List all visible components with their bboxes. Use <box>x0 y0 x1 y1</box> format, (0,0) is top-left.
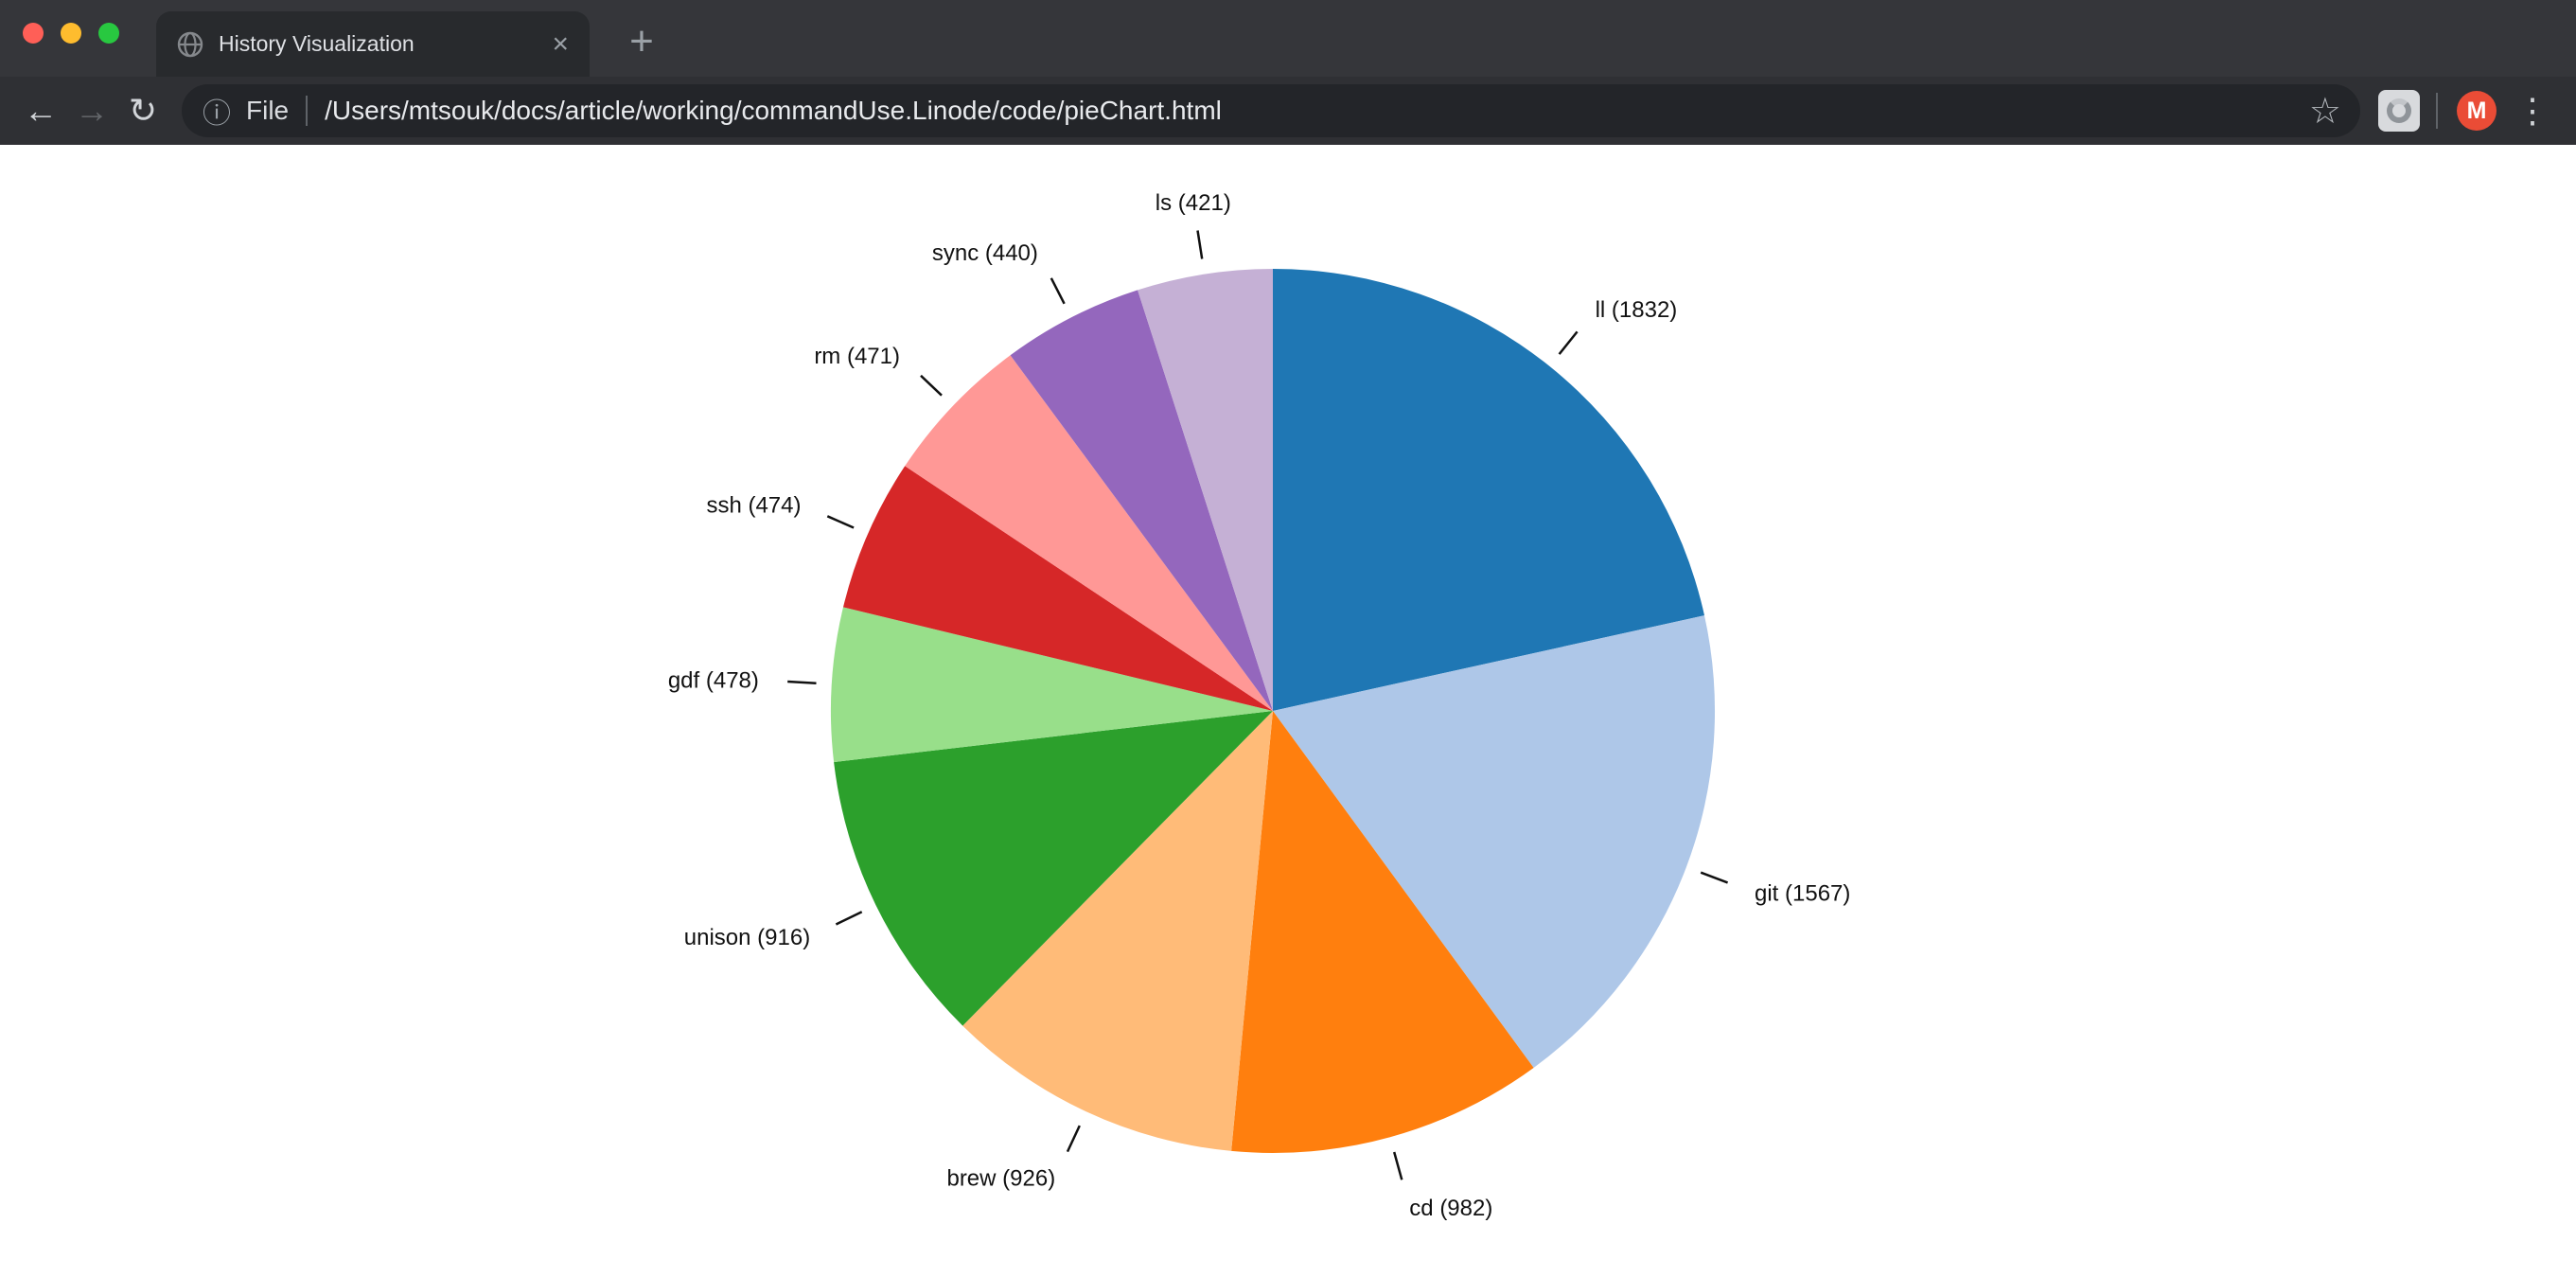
browser-window: History Visualization × + ← → ↻ ⓘ File /… <box>0 0 2576 1277</box>
active-tab[interactable]: History Visualization × <box>156 11 590 77</box>
minimize-window-button[interactable] <box>61 23 81 44</box>
new-tab-button[interactable]: + <box>613 13 670 70</box>
browser-toolbar: ← → ↻ ⓘ File /Users/mtsouk/docs/article/… <box>0 77 2576 145</box>
pie-label-cd: cd (982) <box>1409 1196 1492 1221</box>
url-text[interactable]: /Users/mtsouk/docs/article/working/comma… <box>325 96 2300 126</box>
pie-label-tick-git <box>1701 873 1727 883</box>
forward-icon[interactable]: → <box>66 85 117 136</box>
window-controls <box>23 23 119 44</box>
back-icon[interactable]: ← <box>15 85 66 136</box>
pie-label-tick-ls <box>1198 231 1203 259</box>
url-scheme-label: File <box>246 96 289 126</box>
pie-chart: ll (1832) git (1567) cd (982) brew (926) uni… <box>0 145 2576 1277</box>
pie-label-tick-brew <box>1067 1126 1080 1152</box>
close-window-button[interactable] <box>23 23 44 44</box>
tab-close-icon[interactable]: × <box>546 28 574 61</box>
pie-label-git: git (1567) <box>1755 881 1850 907</box>
pie-label-tick-cd <box>1394 1152 1402 1179</box>
pie-label-tick-unison <box>836 912 861 924</box>
pie-label-sync: sync (440) <box>932 240 1038 266</box>
pie-label-ll: ll (1832) <box>1596 297 1678 323</box>
bookmark-star-icon[interactable]: ☆ <box>2300 90 2351 133</box>
pie-label-tick-ll <box>1560 331 1578 354</box>
pie-label-tick-sync <box>1051 278 1065 304</box>
toolbar-separator <box>2436 93 2438 129</box>
pie-label-ls: ls (421) <box>1156 190 1231 216</box>
pie-label-tick-ssh <box>827 516 854 527</box>
browser-menu-icon[interactable]: ⋮ <box>2504 91 2561 131</box>
pie-label-ssh: ssh (474) <box>706 493 801 519</box>
reload-icon[interactable]: ↻ <box>117 85 168 136</box>
page-content: ll (1832) git (1567) cd (982) brew (926) uni… <box>0 145 2576 1277</box>
tab-strip: History Visualization × + <box>0 0 2576 77</box>
url-divider <box>306 96 308 126</box>
pie-label-unison: unison (916) <box>684 925 810 950</box>
pie-label-tick-rm <box>921 376 942 396</box>
pie-label-tick-gdf <box>787 682 816 683</box>
profile-avatar[interactable]: M <box>2457 91 2497 131</box>
pie-label-brew: brew (926) <box>946 1166 1055 1192</box>
globe-icon <box>177 31 203 58</box>
pie-label-gdf: gdf (478) <box>668 668 759 694</box>
address-bar[interactable]: ⓘ File /Users/mtsouk/docs/article/workin… <box>182 84 2360 137</box>
tab-title: History Visualization <box>219 31 546 57</box>
extension-button[interactable] <box>2373 85 2425 136</box>
pie-label-rm: rm (471) <box>814 344 900 369</box>
extension-icon <box>2378 90 2420 132</box>
info-icon[interactable]: ⓘ <box>203 90 231 132</box>
maximize-window-button[interactable] <box>98 23 119 44</box>
